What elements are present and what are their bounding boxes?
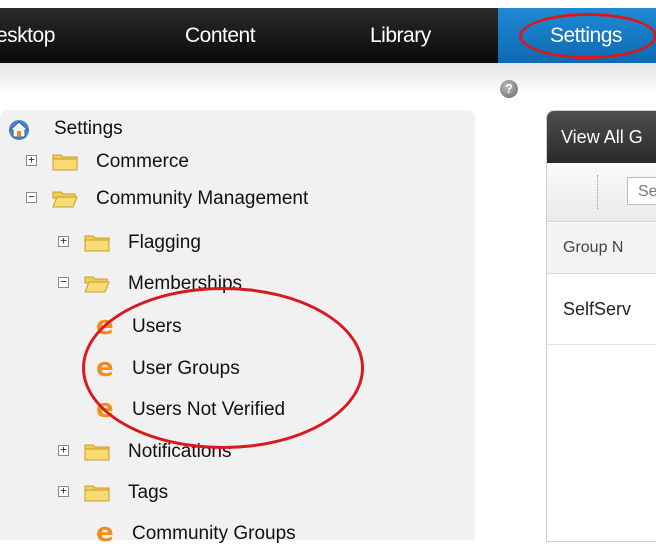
tab-library[interactable]: Library — [370, 8, 431, 63]
tab-content[interactable]: Content — [185, 8, 256, 63]
tree-item-label: Tags — [128, 482, 169, 503]
folder-closed-icon — [84, 235, 110, 252]
settings-home-icon — [8, 120, 30, 140]
tree-item-label: Community Groups — [132, 523, 296, 544]
table-row[interactable]: SelfServ — [547, 274, 656, 345]
tab-content-label: Content — [185, 24, 256, 47]
tree-item-label: Commerce — [96, 151, 189, 172]
tree-item-label: Flagging — [128, 232, 201, 253]
collapse-toggle[interactable]: − — [26, 191, 37, 203]
folder-open-icon — [52, 191, 78, 208]
tree-item-label: Community Management — [96, 188, 309, 209]
tab-library-label: Library — [370, 24, 431, 47]
tab-desktop-label: esktop — [0, 24, 55, 47]
users-highlight-circle — [82, 287, 364, 449]
search-input[interactable]: Se — [627, 177, 656, 205]
column-header-group-name[interactable]: Group N — [547, 223, 656, 274]
expand-toggle[interactable]: + — [26, 154, 37, 166]
groups-panel: View All G Se Group N SelfServ — [546, 110, 656, 542]
folder-open-icon — [84, 276, 110, 293]
tab-desktop[interactable]: esktop — [0, 8, 55, 63]
panel-header: View All G — [547, 111, 656, 163]
expand-toggle[interactable]: + — [58, 485, 69, 497]
folder-closed-icon — [84, 485, 110, 502]
help-icon[interactable]: ? — [500, 80, 518, 98]
content-e-icon: e — [96, 518, 114, 548]
expand-toggle[interactable]: + — [58, 235, 69, 247]
folder-closed-icon — [52, 154, 78, 171]
tree-root-label: Settings — [54, 118, 123, 139]
expand-toggle[interactable]: + — [58, 444, 69, 456]
collapse-toggle[interactable]: − — [58, 276, 69, 288]
folder-closed-icon — [84, 444, 110, 461]
sub-toolbar — [0, 63, 656, 95]
settings-highlight-circle — [519, 13, 656, 59]
toolbar-separator — [597, 175, 598, 209]
panel-toolbar: Se — [547, 163, 656, 222]
